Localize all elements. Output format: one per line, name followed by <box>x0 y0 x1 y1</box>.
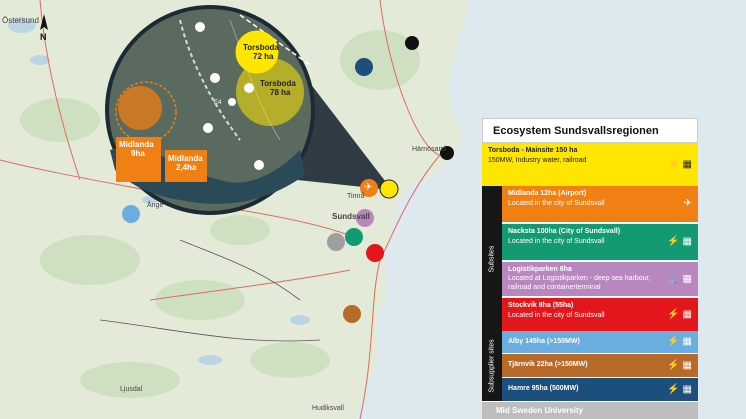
inset-road-label: E4 <box>214 100 222 106</box>
airplane-icon: ✈ <box>364 182 373 193</box>
torsboda-78-name: Torsboda <box>260 79 296 88</box>
torsboda-78-area: 78 ha <box>270 88 291 97</box>
inset-midlanda-24-label: Midlanda 2,4ha <box>168 154 203 172</box>
torsboda-72-name: Torsboda <box>243 43 279 52</box>
subsites-bar: Subsites <box>482 186 502 331</box>
legend-row-title: Logistikparken 6ha <box>508 266 572 273</box>
legend-row-title: Midlanda 12ha (Airport) <box>508 190 587 197</box>
place-sundsvall: Sundsvall <box>332 212 370 221</box>
power-rail-icon: ⚡ ▦ <box>667 359 692 371</box>
legend-row-title: Torsboda - Mainsite 150 ha <box>488 147 578 154</box>
alby-map-marker[interactable] <box>122 205 140 223</box>
legend-row-alby[interactable]: Alby 145ha (>150MW) ⚡ ▦ <box>502 331 698 353</box>
hamre-map-marker[interactable] <box>355 58 373 76</box>
power-rail-icon: ⚡ ▦ <box>667 336 692 347</box>
legend-row-title: Hamre 95ha (500MW) <box>508 385 579 392</box>
midlanda-9-name: Midlanda <box>119 140 154 149</box>
power-rail-icon: ⚡ ▦ <box>667 383 692 395</box>
north-label: N <box>40 32 47 42</box>
power-rail-icon: ⚡ ▦ <box>667 158 692 170</box>
legend-row-sub: Located in the city of Sundsvall <box>508 312 605 319</box>
legend-row-nacksta[interactable]: Nacksta 100ha (City of Sundsvall) Locate… <box>502 224 698 260</box>
stockvik-map-marker[interactable] <box>366 244 384 262</box>
legend-row-sub: Located in the city of Sundsvall <box>508 238 605 245</box>
place-ange: Ånge <box>147 202 164 209</box>
legend-row-sub: Located in the city of Sundsvall <box>508 200 605 207</box>
airplane-icon: ✈ <box>683 198 692 209</box>
legend-row-title: Alby 145ha (>150MW) <box>508 338 580 345</box>
tjarnvik-map-marker[interactable] <box>343 305 361 323</box>
power-rail-icon: ⚡ ▦ <box>667 236 692 247</box>
midlanda-9-marker[interactable] <box>118 86 162 130</box>
legend-row-hamre[interactable]: Hamre 95ha (500MW) ⚡ ▦ <box>502 378 698 401</box>
legend-panel: Ecosystem Sundsvallsregionen Torsboda - … <box>482 118 698 419</box>
midlanda-9-area: 9ha <box>131 149 145 158</box>
legend-row-sub: Located at Logistikparken - deep sea har… <box>508 275 651 291</box>
legend-row-tjarnvik[interactable]: Tjärnvik 22ha (>150MW) ⚡ ▦ <box>502 354 698 377</box>
nacksta-map-marker[interactable] <box>345 228 363 246</box>
place-ljusdal: Ljusdal <box>120 386 143 393</box>
subsupplier-bar: Subsupplier sites <box>482 331 502 401</box>
legend-row-university[interactable]: Mid Sweden University <box>482 402 698 419</box>
grey-map-marker[interactable] <box>327 233 345 251</box>
power-rail-icon: ⚡ ▦ <box>667 308 692 320</box>
place-ostersund: Östersund <box>2 16 39 25</box>
legend-row-torsboda[interactable]: Torsboda - Mainsite 150 ha 150MW, Indust… <box>482 143 698 186</box>
inset-torsboda-78-label: Torsboda 78 ha <box>260 79 296 97</box>
legend-row-title: Tjärnvik 22ha (>150MW) <box>508 361 588 368</box>
torsboda-72-area: 72 ha <box>253 52 274 61</box>
legend-title: Ecosystem Sundsvallsregionen <box>482 118 698 143</box>
legend-row-logistik[interactable]: Logistikparken 6ha Located at Logistikpa… <box>502 262 698 296</box>
anchor-rail-icon: ⚓ ▦ <box>667 273 692 285</box>
legend-row-title: Nacksta 100ha (City of Sundsvall) <box>508 228 621 235</box>
legend-row-sub: 150MW, Industry water, railroad <box>488 157 587 164</box>
subsupplier-label: Subsupplier sites <box>488 339 496 393</box>
inset-torsboda-72-label: Torsboda 72 ha <box>243 43 279 61</box>
place-harnosand: Härnösand <box>412 146 447 153</box>
black-marker-north[interactable] <box>405 36 419 50</box>
subsites-label: Subsites <box>488 245 496 272</box>
torsboda-map-marker[interactable] <box>379 179 399 199</box>
midlanda-24-area: 2,4ha <box>176 163 197 172</box>
inset-midlanda-9-label: Midlanda 9ha <box>119 140 154 158</box>
midlanda-24-name: Midlanda <box>168 154 203 163</box>
legend-row-stockvik[interactable]: Stockvik 8ha (55ha) Located in the city … <box>502 298 698 331</box>
place-hudiksvall: Hudiksvall <box>312 405 344 412</box>
place-timra: Timrå <box>347 193 365 200</box>
legend-row-midlanda[interactable]: Midlanda 12ha (Airport) Located in the c… <box>502 186 698 222</box>
legend-row-title: Stockvik 8ha (55ha) <box>508 302 574 309</box>
